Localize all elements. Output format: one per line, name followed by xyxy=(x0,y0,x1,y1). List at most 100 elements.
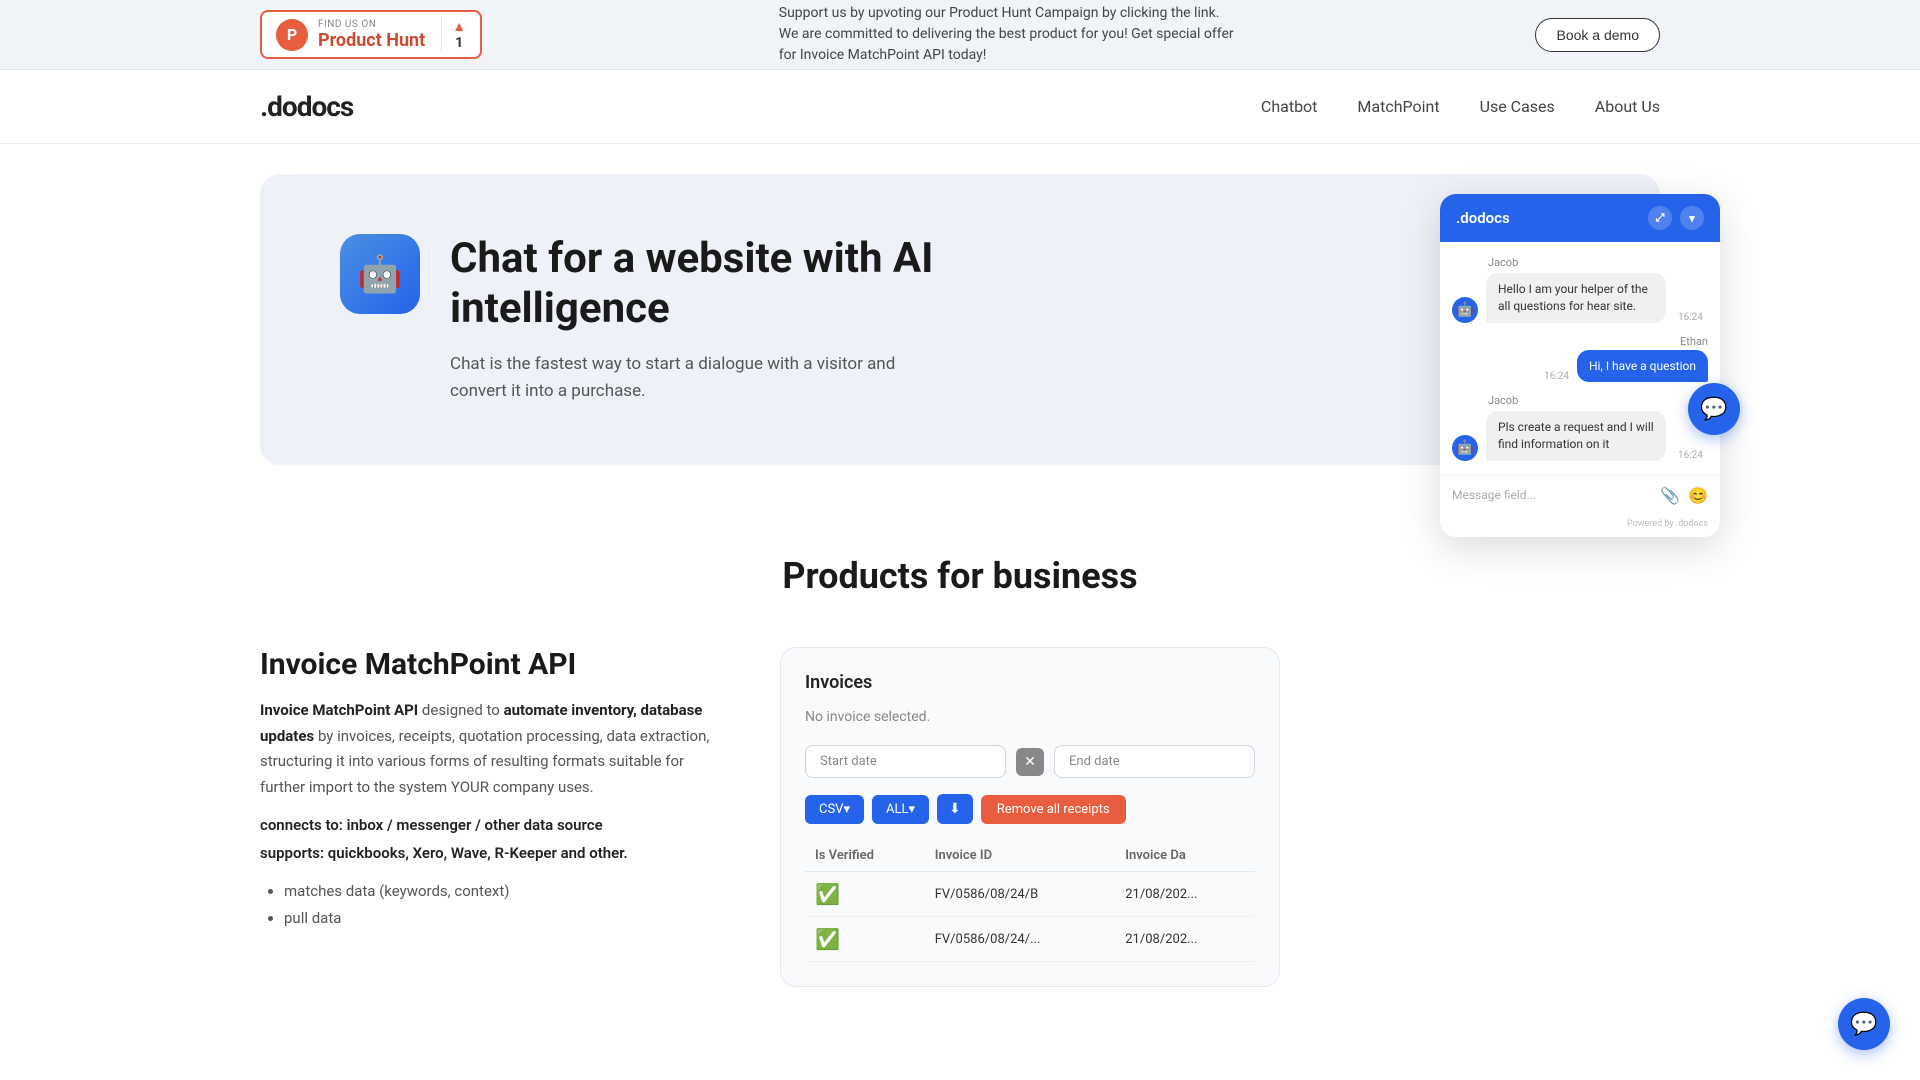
main-nav: .dodocs Chatbot MatchPoint Use Cases Abo… xyxy=(0,70,1920,144)
start-date-field[interactable]: Start date xyxy=(805,745,1006,778)
ph-number: 1 xyxy=(455,35,463,51)
invoice-api-label: Invoice MatchPoint API xyxy=(260,701,418,719)
float-chat-button[interactable]: 💬 xyxy=(1688,383,1740,435)
invoice-date-cell: 21/08/202... xyxy=(1115,872,1255,917)
nav-matchpoint[interactable]: MatchPoint xyxy=(1357,97,1439,116)
chat-footer-icons: 📎 😊 xyxy=(1660,486,1708,505)
col-is-verified: Is Verified xyxy=(805,840,925,872)
chat-collapse-icon[interactable]: ▾ xyxy=(1680,206,1704,230)
jacob-name-1: Jacob xyxy=(1488,256,1708,269)
chat-message-ethan: 16:24 Ethan Hi, I have a question xyxy=(1452,335,1708,383)
hero-text: Chat for a website with AI intelligence … xyxy=(450,234,940,405)
ethan-time: 16:24 xyxy=(1544,371,1569,382)
check-icon: ✅ xyxy=(815,882,840,906)
nav-about-us[interactable]: About Us xyxy=(1595,97,1660,116)
supports-line: supports: quickbooks, Xero, Wave, R-Keep… xyxy=(260,844,720,862)
clear-date-button[interactable]: ✕ xyxy=(1016,748,1044,776)
table-row: ✅ FV/0586/08/24/... 21/08/202... xyxy=(805,917,1255,962)
book-demo-button[interactable]: Book a demo xyxy=(1535,18,1660,52)
product-hunt-badge[interactable]: P FIND US ON Product Hunt ▲ 1 xyxy=(260,10,482,59)
invoice-controls: CSV▾ ALL▾ ⬇ Remove all receipts xyxy=(805,794,1255,824)
jacob-time-1: 16:24 xyxy=(1678,312,1703,323)
ph-icon: P xyxy=(276,19,308,51)
supports-value: quickbooks, Xero, Wave, R-Keeper and oth… xyxy=(328,844,628,862)
products-section: Products for business Invoice MatchPoint… xyxy=(0,495,1920,1047)
verified-cell: ✅ xyxy=(805,872,925,917)
hero-left: 🤖 Chat for a website with AI intelligenc… xyxy=(340,234,940,405)
bot-avatar-2: 🤖 xyxy=(1452,435,1478,461)
site-logo[interactable]: .dodocs xyxy=(260,90,353,123)
ethan-col: Ethan Hi, I have a question xyxy=(1577,335,1708,383)
invoice-title: Invoice MatchPoint API xyxy=(260,647,720,682)
chat-header-icons: ⤢ ▾ xyxy=(1648,206,1704,230)
invoice-id-cell: FV/0586/08/24/... xyxy=(925,917,1116,962)
remove-receipts-button[interactable]: Remove all receipts xyxy=(981,795,1126,824)
chat-footer: Message field... 📎 😊 xyxy=(1440,475,1720,515)
chat-message-jacob-2: Jacob 🤖 Pls create a request and I will … xyxy=(1452,394,1708,461)
banner-support-text: Support us by upvoting our Product Hunt … xyxy=(779,3,1239,66)
ph-text-area: FIND US ON Product Hunt xyxy=(318,19,425,51)
connects-label: connects to: xyxy=(260,816,343,834)
chat-widget-header: .dodocs ⤢ ▾ xyxy=(1440,194,1720,242)
connects-line: connects to: inbox / messenger / other d… xyxy=(260,816,720,834)
jacob-name-2: Jacob xyxy=(1488,394,1708,407)
find-us-on-label: FIND US ON xyxy=(318,19,425,30)
date-row: Start date ✕ End date xyxy=(805,745,1255,778)
jacob-bubble-1: Hello I am your helper of the all questi… xyxy=(1486,273,1666,323)
jacob-bubble-row-1: 🤖 Hello I am your helper of the all ques… xyxy=(1452,273,1708,323)
chat-expand-icon[interactable]: ⤢ xyxy=(1648,206,1672,230)
chat-widget-title: .dodocs xyxy=(1456,209,1510,227)
check-icon: ✅ xyxy=(815,927,840,951)
nav-use-cases[interactable]: Use Cases xyxy=(1480,97,1555,116)
banner-left: P FIND US ON Product Hunt ▲ 1 xyxy=(260,10,482,59)
jacob-bubble-row-2: 🤖 Pls create a request and I will find i… xyxy=(1452,411,1708,461)
invoice-date-cell: 21/08/202... xyxy=(1115,917,1255,962)
chat-input[interactable]: Message field... xyxy=(1452,488,1660,502)
col-invoice-id: Invoice ID xyxy=(925,840,1116,872)
hero-subtitle: Chat is the fastest way to start a dialo… xyxy=(450,351,940,405)
ph-vote-count: ▲ 1 xyxy=(441,18,466,51)
no-invoice-label: No invoice selected. xyxy=(805,709,1255,725)
hero-title: Chat for a website with AI intelligence xyxy=(450,234,940,335)
chat-powered: Powered by .dodocs xyxy=(1440,515,1720,537)
bullet-2: pull data xyxy=(284,905,720,932)
col-invoice-date: Invoice Da xyxy=(1115,840,1255,872)
invoice-section: Invoice MatchPoint API Invoice MatchPoin… xyxy=(260,647,1660,987)
end-date-field[interactable]: End date xyxy=(1054,745,1255,778)
invoice-left: Invoice MatchPoint API Invoice MatchPoin… xyxy=(260,647,720,932)
product-hunt-label: Product Hunt xyxy=(318,30,425,51)
jacob-bubble-2: Pls create a request and I will find inf… xyxy=(1486,411,1666,461)
fixed-chat-button[interactable]: 💬 xyxy=(1838,998,1890,1050)
products-title: Products for business xyxy=(260,555,1660,597)
connects-value: inbox / messenger / other data source xyxy=(347,816,603,834)
hero-robot-icon: 🤖 xyxy=(340,234,420,314)
invoice-mockup: Invoices No invoice selected. Start date… xyxy=(780,647,1280,987)
jacob-time-2: 16:24 xyxy=(1678,450,1703,461)
hero-section: 🤖 Chat for a website with AI intelligenc… xyxy=(260,174,1660,465)
all-button[interactable]: ALL▾ xyxy=(872,795,929,824)
invoice-desc-part2: designed to xyxy=(422,701,500,719)
bullet-1: matches data (keywords, context) xyxy=(284,878,720,905)
invoices-heading: Invoices xyxy=(805,672,1255,693)
emoji-icon[interactable]: 😊 xyxy=(1688,486,1708,505)
chat-body: Jacob 🤖 Hello I am your helper of the al… xyxy=(1440,242,1720,475)
attachment-icon[interactable]: 📎 xyxy=(1660,486,1680,505)
top-banner: P FIND US ON Product Hunt ▲ 1 Support us… xyxy=(0,0,1920,70)
ethan-name: Ethan xyxy=(1680,335,1708,348)
invoice-desc-part3: by invoices, receipts, quotation process… xyxy=(260,727,709,796)
bot-avatar: 🤖 xyxy=(1452,297,1478,323)
ethan-row: 16:24 Ethan Hi, I have a question xyxy=(1452,335,1708,383)
chat-widget-mockup: .dodocs ⤢ ▾ Jacob 🤖 Hello I am your help… xyxy=(1440,194,1720,537)
nav-links: Chatbot MatchPoint Use Cases About Us xyxy=(1261,97,1660,116)
invoice-desc: Invoice MatchPoint API designed to autom… xyxy=(260,698,720,800)
invoice-table: Is Verified Invoice ID Invoice Da ✅ FV/0… xyxy=(805,840,1255,962)
download-button[interactable]: ⬇ xyxy=(937,794,973,824)
ethan-bubble: Hi, I have a question xyxy=(1577,350,1708,383)
chat-message-jacob-1: Jacob 🤖 Hello I am your helper of the al… xyxy=(1452,256,1708,323)
invoice-id-cell: FV/0586/08/24/B xyxy=(925,872,1116,917)
supports-label: supports: xyxy=(260,844,324,862)
verified-cell: ✅ xyxy=(805,917,925,962)
table-row: ✅ FV/0586/08/24/B 21/08/202... xyxy=(805,872,1255,917)
csv-button[interactable]: CSV▾ xyxy=(805,795,864,824)
nav-chatbot[interactable]: Chatbot xyxy=(1261,97,1318,116)
